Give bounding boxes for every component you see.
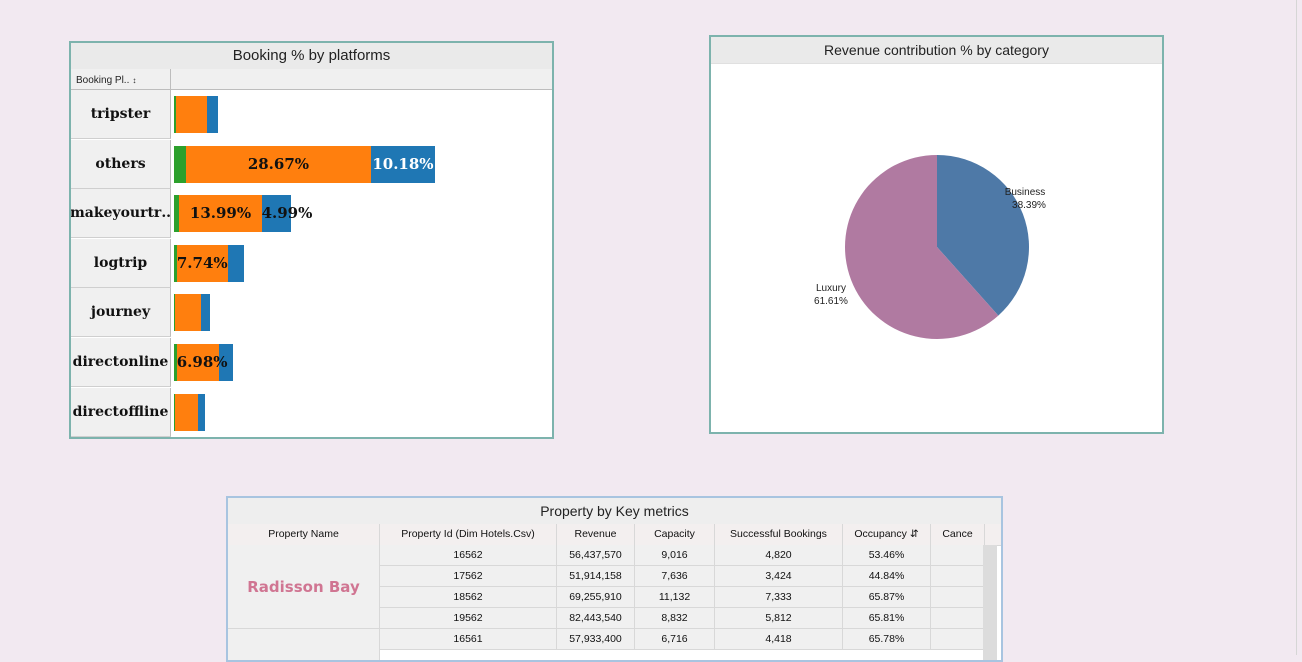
booking-platforms-header: Booking Pl.. ↕ [71, 69, 552, 90]
table-cell: 7,636 [635, 566, 715, 587]
platform-label-line: tripster [90, 105, 151, 122]
property-name-cell[interactable]: Radisson Bay [228, 545, 380, 629]
table-cell: 17562 [380, 566, 557, 587]
bar-segment[interactable] [197, 394, 205, 431]
bar-data-label: 28.67% [247, 155, 310, 173]
platform-label[interactable]: logtrip [71, 239, 171, 288]
table-cell: 44.84% [843, 566, 931, 587]
column-header[interactable]: Revenue [557, 524, 635, 545]
platform-label[interactable]: direct offline [71, 388, 171, 437]
bar-segment[interactable] [174, 146, 186, 183]
platform-label-line: others [95, 155, 146, 172]
column-header[interactable]: Capacity [635, 524, 715, 545]
table-row[interactable]: 19562 82,443,540 8,832 5,812 65.81% [380, 608, 1001, 629]
platform-label-line: direct [72, 353, 120, 370]
platform-label[interactable]: direct online [71, 338, 171, 387]
table-cell [931, 566, 985, 587]
column-header[interactable]: Property Id (Dim Hotels.Csv) [380, 524, 557, 545]
table-cell: 53.46% [843, 545, 931, 566]
platform-label[interactable]: journey [71, 288, 171, 337]
platform-label-line: direct [72, 403, 119, 420]
platform-label-line: online [119, 353, 169, 370]
table-row[interactable]: 16561 57,933,400 6,716 4,418 65.78% [380, 629, 1001, 650]
table-cell: 16562 [380, 545, 557, 566]
pie-label-value: 61.61% [814, 296, 848, 307]
property-name-cell-next [228, 629, 380, 660]
property-metrics-panel: Property by Key metrics Property Name Pro… [226, 496, 1003, 662]
column-header[interactable]: Property Name [228, 524, 380, 545]
bar-data-label: 6.98% [176, 353, 228, 371]
table-cell: 65.81% [843, 608, 931, 629]
table-row[interactable]: 18562 69,255,910 11,132 7,333 65.87% [380, 587, 1001, 608]
pie-label-name: Business [1005, 187, 1046, 198]
column-header[interactable]: Occupancy ⇵ [843, 524, 931, 545]
pie-label-name: Luxury [816, 283, 846, 294]
table-cell: 56,437,570 [557, 545, 635, 566]
bar-data-label: 13.99% [189, 204, 252, 222]
table-cell: 9,016 [635, 545, 715, 566]
platform-label[interactable]: tripster [71, 90, 171, 139]
platform-label-line: .. [161, 204, 172, 221]
table-cell: 3,424 [715, 566, 843, 587]
table-body: Radisson Bay 16562 56,437,570 9,016 4,820 53… [228, 545, 1001, 660]
column-header[interactable]: Cance [931, 524, 985, 545]
column-header-label: Booking Pl.. [76, 75, 130, 86]
revenue-contribution-panel: Revenue contribution % by category Busin… [709, 35, 1164, 434]
bar-data-label: 7.74% [176, 254, 228, 272]
bar-segment[interactable] [227, 245, 245, 282]
property-metrics-title: Property by Key metrics [228, 498, 1001, 524]
platform-label[interactable]: makeyourtr.. [71, 189, 171, 238]
page-right-border [1296, 0, 1297, 655]
bar-data-label: 4.99% [261, 204, 313, 222]
bar-segment[interactable] [174, 294, 202, 331]
sort-icon[interactable]: ⇵ [907, 528, 919, 540]
table-cell: 19562 [380, 608, 557, 629]
bar-segment[interactable] [175, 96, 207, 133]
table-cell [931, 545, 985, 566]
table-cell: 57,933,400 [557, 629, 635, 650]
table-cell: 8,832 [635, 608, 715, 629]
table-cell: 18562 [380, 587, 557, 608]
table-cell: 4,418 [715, 629, 843, 650]
revenue-pie-chart: Business 38.39% Luxury 61.61% [814, 155, 1046, 339]
table-cell [931, 608, 985, 629]
table-cell: 7,333 [715, 587, 843, 608]
table-cell: 5,812 [715, 608, 843, 629]
table-cell: 11,132 [635, 587, 715, 608]
bar-data-label: 10.18% [372, 155, 434, 173]
booking-platforms-panel: Booking % by platforms Booking Pl.. ↕ tri… [69, 41, 554, 439]
booking-platforms-rows: tripster others 28.67% 10.18% makeyourtr.. 13… [71, 90, 552, 437]
table-scrollbar[interactable] [983, 545, 997, 660]
platform-label-line: logtrip [93, 254, 148, 271]
platform-label-line: offline [119, 403, 169, 420]
table-cell: 51,914,158 [557, 566, 635, 587]
bar-segment[interactable] [174, 394, 198, 431]
platform-label-line: makeyourtr [69, 204, 162, 221]
table-cell: 65.78% [843, 629, 931, 650]
table-cell [931, 587, 985, 608]
table-cell: 4,820 [715, 545, 843, 566]
platform-label[interactable]: others [71, 140, 171, 189]
pie-label-value: 38.39% [1012, 200, 1046, 211]
table-cell: 82,443,540 [557, 608, 635, 629]
platform-label-line: journey [90, 303, 151, 320]
table-row[interactable]: 16562 56,437,570 9,016 4,820 53.46% [380, 545, 1001, 566]
booking-platform-column-header[interactable]: Booking Pl.. ↕ [71, 69, 171, 89]
table-cell: 65.87% [843, 587, 931, 608]
table-cell [931, 629, 985, 650]
table-cell: 16561 [380, 629, 557, 650]
table-cell: 69,255,910 [557, 587, 635, 608]
table-row[interactable]: 17562 51,914,158 7,636 3,424 44.84% [380, 566, 1001, 587]
booking-platforms-title: Booking % by platforms [71, 43, 552, 70]
column-header[interactable]: Successful Bookings [715, 524, 843, 545]
table-cell: 6,716 [635, 629, 715, 650]
sort-az-icon[interactable]: ↕ [132, 76, 136, 85]
table-header: Property Name Property Id (Dim Hotels.Csv… [228, 524, 1001, 546]
bar-segment[interactable] [201, 294, 211, 331]
bar-segment[interactable] [206, 96, 218, 133]
